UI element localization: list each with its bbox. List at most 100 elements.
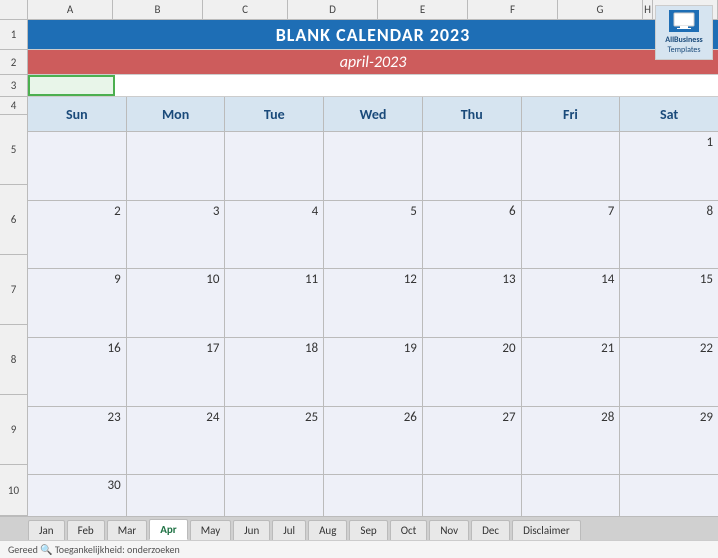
week4-sun[interactable]: 16 (28, 338, 127, 406)
week3-mon[interactable]: 10 (127, 269, 226, 337)
week3-wed[interactable]: 12 (324, 269, 423, 337)
corner-cell (0, 0, 28, 19)
week6-tue[interactable] (225, 475, 324, 516)
accessibility-bar: Gereed 🔍 Toegankelijkheid: onderzoeken (0, 540, 718, 558)
week5-tue[interactable]: 25 (225, 407, 324, 475)
row-num-10: 10 (0, 465, 27, 516)
tab-may[interactable]: May (190, 520, 231, 540)
spreadsheet: A B C D E F G H I J 1 2 3 4 5 6 7 8 9 10… (0, 0, 718, 558)
week3-thu[interactable]: 13 (423, 269, 522, 337)
row-num-9: 9 (0, 395, 27, 465)
week1-thu[interactable] (423, 132, 522, 200)
monitor-icon (672, 12, 696, 30)
row-num-3: 3 (0, 75, 27, 97)
day-header-sat: Sat (620, 97, 718, 131)
week-5: 23 24 25 26 27 28 29 (28, 407, 718, 476)
row-num-1: 1 (0, 20, 27, 50)
row-num-6: 6 (0, 185, 27, 255)
logo-area: AllBusiness Templates (655, 5, 713, 60)
tab-dec[interactable]: Dec (471, 520, 510, 540)
day-header-wed: Wed (324, 97, 423, 131)
grid-body: 1 2 3 4 5 6 7 8 9 10 BLANK CALENDAR 2023… (0, 20, 718, 516)
week-6: 30 (28, 475, 718, 516)
week3-sun[interactable]: 9 (28, 269, 127, 337)
week2-thu[interactable]: 6 (423, 201, 522, 269)
week2-wed[interactable]: 5 (324, 201, 423, 269)
day-header-thu: Thu (423, 97, 522, 131)
calendar-weeks: 1 2 3 4 5 6 7 8 9 10 11 12 (28, 132, 718, 516)
week3-tue[interactable]: 11 (225, 269, 324, 337)
week1-wed[interactable] (324, 132, 423, 200)
week6-mon[interactable] (127, 475, 226, 516)
week6-fri[interactable] (522, 475, 621, 516)
row-num-8: 8 (0, 325, 27, 395)
week6-sun[interactable]: 30 (28, 475, 127, 516)
week-1: 1 (28, 132, 718, 201)
tab-jan[interactable]: Jan (28, 520, 65, 540)
week2-mon[interactable]: 3 (127, 201, 226, 269)
col-header-f: F (468, 0, 558, 19)
tab-jun[interactable]: Jun (233, 520, 270, 540)
week5-sun[interactable]: 23 (28, 407, 127, 475)
week3-sat[interactable]: 15 (620, 269, 718, 337)
row-numbers: 1 2 3 4 5 6 7 8 9 10 (0, 20, 28, 516)
week4-thu[interactable]: 20 (423, 338, 522, 406)
tab-jul[interactable]: Jul (272, 520, 306, 540)
row-num-7: 7 (0, 255, 27, 325)
row-num-5: 5 (0, 115, 27, 185)
calendar-month: april-2023 (28, 50, 718, 75)
sheet-tabs: Jan Feb Mar Apr May Jun Jul Aug Sep Oct … (0, 516, 718, 540)
week2-tue[interactable]: 4 (225, 201, 324, 269)
week2-sat[interactable]: 8 (620, 201, 718, 269)
tab-apr[interactable]: Apr (149, 519, 187, 540)
week5-sat[interactable]: 29 (620, 407, 718, 475)
week4-fri[interactable]: 21 (522, 338, 621, 406)
row-3 (28, 75, 718, 97)
col-header-c: C (203, 0, 288, 19)
col-header-b: B (113, 0, 203, 19)
week4-mon[interactable]: 17 (127, 338, 226, 406)
week1-sat[interactable]: 1 (620, 132, 718, 200)
tab-mar[interactable]: Mar (107, 520, 148, 540)
week-4: 16 17 18 19 20 21 22 (28, 338, 718, 407)
week1-mon[interactable] (127, 132, 226, 200)
tab-nov[interactable]: Nov (429, 520, 469, 540)
day-headers-row: Sun Mon Tue Wed Thu Fri Sat (28, 97, 718, 132)
week2-sun[interactable]: 2 (28, 201, 127, 269)
week1-fri[interactable] (522, 132, 621, 200)
week6-thu[interactable] (423, 475, 522, 516)
tab-aug[interactable]: Aug (308, 520, 347, 540)
col-header-g: G (558, 0, 643, 19)
accessibility-text: Gereed 🔍 Toegankelijkheid: onderzoeken (8, 543, 180, 556)
week4-tue[interactable]: 18 (225, 338, 324, 406)
green-outlined-cell[interactable] (28, 75, 115, 96)
week-2: 2 3 4 5 6 7 8 (28, 201, 718, 270)
week6-wed[interactable] (324, 475, 423, 516)
week5-fri[interactable]: 28 (522, 407, 621, 475)
week2-fri[interactable]: 7 (522, 201, 621, 269)
logo-label-2: Templates (667, 45, 700, 55)
week6-sat[interactable] (620, 475, 718, 516)
week4-sat[interactable]: 22 (620, 338, 718, 406)
col-header-a: A (28, 0, 113, 19)
tab-feb[interactable]: Feb (67, 520, 105, 540)
tab-sep[interactable]: Sep (349, 520, 387, 540)
week3-fri[interactable]: 14 (522, 269, 621, 337)
week1-sun[interactable] (28, 132, 127, 200)
calendar-content: BLANK CALENDAR 2023 april-2023 Sun Mon (28, 20, 718, 516)
week4-wed[interactable]: 19 (324, 338, 423, 406)
column-headers: A B C D E F G H I J (0, 0, 718, 20)
week1-tue[interactable] (225, 132, 324, 200)
week5-mon[interactable]: 24 (127, 407, 226, 475)
tab-disclaimer[interactable]: Disclaimer (512, 520, 581, 540)
row-3-rest (115, 75, 718, 96)
row-num-2: 2 (0, 50, 27, 75)
calendar-title: BLANK CALENDAR 2023 (28, 20, 718, 50)
week5-wed[interactable]: 26 (324, 407, 423, 475)
tab-oct[interactable]: Oct (390, 520, 428, 540)
col-header-h: H (643, 0, 653, 19)
day-header-fri: Fri (522, 97, 621, 131)
col-header-d: D (288, 0, 378, 19)
day-header-tue: Tue (225, 97, 324, 131)
week5-thu[interactable]: 27 (423, 407, 522, 475)
